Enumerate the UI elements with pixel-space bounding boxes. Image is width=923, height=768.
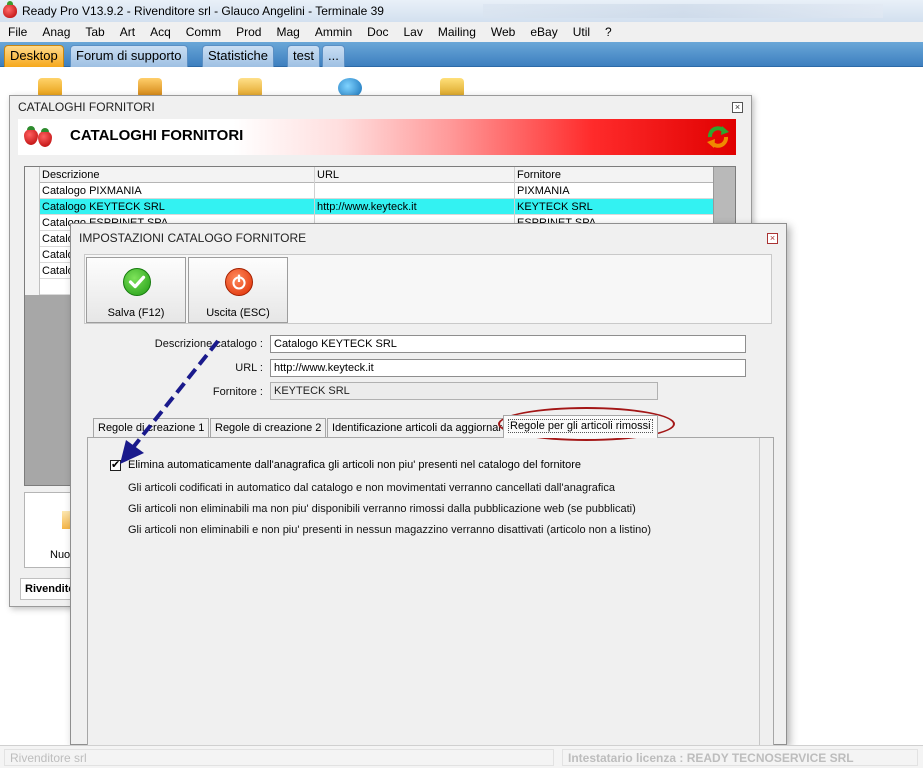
menu-util[interactable]: Util (573, 25, 590, 39)
status-bar: Rivenditore srl Intestatario licenza : R… (0, 745, 923, 768)
column-header-url[interactable]: URL (315, 167, 515, 183)
window-title: Ready Pro V13.9.2 - Rivenditore srl - Gl… (22, 4, 384, 18)
grid-header: Descrizione URL Fornitore (25, 167, 715, 183)
cell-fornitore: PIXMANIA (515, 183, 715, 199)
row-indicator (25, 231, 40, 247)
title-bar: Ready Pro V13.9.2 - Rivenditore srl - Gl… (0, 0, 923, 22)
status-licenza: Intestatario licenza : READY TECNOSERVIC… (562, 749, 918, 766)
tab-panel-regole-rimossi: ✔ Elimina automaticamente dall'anagrafic… (87, 437, 774, 746)
save-button[interactable]: Salva (F12) (86, 257, 186, 323)
top-tab-bar: Desktop Forum di supporto Statistiche te… (0, 42, 923, 67)
cell-fornitore: KEYTECK SRL (515, 199, 715, 215)
row-indicator (25, 215, 40, 231)
tab-more[interactable]: ... (322, 45, 345, 67)
menu-ammin[interactable]: Ammin (315, 25, 352, 39)
status-rivenditore: Rivenditore srl (4, 749, 554, 766)
cataloghi-close-button[interactable]: × (732, 102, 743, 113)
row-indicator (25, 167, 40, 183)
url-input[interactable] (270, 359, 746, 377)
menu-tab[interactable]: Tab (85, 25, 104, 39)
column-header-descrizione[interactable]: Descrizione (40, 167, 315, 183)
tab-forum-di-supporto[interactable]: Forum di supporto (70, 45, 188, 67)
menu-help[interactable]: ? (605, 25, 612, 39)
menu-lav[interactable]: Lav (404, 25, 423, 39)
menu-acq[interactable]: Acq (150, 25, 171, 39)
panel-right-border (759, 438, 773, 746)
fornitore-label: Fornitore : (212, 386, 263, 398)
descrizione-input[interactable] (270, 335, 746, 353)
menu-art[interactable]: Art (120, 25, 135, 39)
descrizione-label: Descrizione catalogo : (154, 338, 263, 350)
banner-title: CATALOGHI FORNITORI (70, 127, 244, 144)
dialog-close-button[interactable]: × (767, 233, 778, 244)
dialog-toolbar: Salva (F12) Uscita (ESC) (84, 254, 772, 324)
tab-identificazione-articoli[interactable]: Identificazione articoli da aggiornare (327, 418, 514, 438)
url-label: URL : (235, 362, 263, 374)
cell-descrizione: Catalogo PIXMANIA (40, 183, 315, 199)
menu-mag[interactable]: Mag (276, 25, 299, 39)
exit-button[interactable]: Uscita (ESC) (188, 257, 288, 323)
elimina-automaticamente-checkbox[interactable]: ✔ (110, 460, 121, 471)
dialog-title: IMPOSTAZIONI CATALOGO FORNITORE (79, 231, 307, 245)
row-indicator (25, 247, 40, 263)
tab-test[interactable]: test (287, 45, 320, 67)
menu-bar: File Anag Tab Art Acq Comm Prod Mag Ammi… (0, 22, 923, 42)
tab-regole-articoli-rimossi[interactable]: Regole per gli articoli rimossi (503, 415, 658, 438)
info-line-1: Gli articoli codificati in automatico da… (128, 482, 615, 494)
fornitore-field: KEYTECK SRL (270, 382, 658, 400)
table-row[interactable]: Catalogo PIXMANIA PIXMANIA (25, 183, 715, 199)
menu-comm[interactable]: Comm (186, 25, 221, 39)
tab-regole-creazione-1[interactable]: Regole di creazione 1 (93, 418, 210, 438)
menu-anag[interactable]: Anag (42, 25, 70, 39)
row-indicator (25, 263, 40, 279)
refresh-arrows-icon[interactable] (704, 123, 732, 151)
info-line-3: Gli articoli non eliminabili e non piu' … (128, 524, 652, 536)
elimina-checkbox-label[interactable]: Elimina automaticamente dall'anagrafica … (128, 459, 581, 471)
tab-regole-articoli-rimossi-label: Regole per gli articoli rimossi (508, 419, 653, 433)
tab-statistiche[interactable]: Statistiche (202, 45, 274, 67)
menu-doc[interactable]: Doc (367, 25, 388, 39)
row-indicator (25, 199, 40, 215)
menu-mailing[interactable]: Mailing (438, 25, 476, 39)
row-indicator (25, 279, 40, 295)
cell-descrizione: Catalogo KEYTECK SRL (40, 199, 315, 215)
exit-button-label: Uscita (ESC) (206, 307, 270, 319)
cell-url: http://www.keyteck.it (315, 199, 515, 215)
column-header-fornitore[interactable]: Fornitore (515, 167, 715, 183)
cataloghi-window-title: CATALOGHI FORNITORI (18, 100, 155, 114)
menu-web[interactable]: Web (491, 25, 515, 39)
strawberry-icon (24, 126, 38, 145)
impostazioni-catalogo-dialog: IMPOSTAZIONI CATALOGO FORNITORE × Salva … (70, 223, 787, 746)
table-row-selected[interactable]: Catalogo KEYTECK SRL http://www.keyteck.… (25, 199, 715, 215)
new-button-label: Nuo (50, 549, 71, 561)
info-line-2: Gli articoli non eliminabili ma non piu'… (128, 503, 636, 515)
cataloghi-banner: CATALOGHI FORNITORI (18, 119, 736, 155)
title-bar-ghost-tabs (483, 4, 883, 18)
row-indicator (25, 183, 40, 199)
tab-desktop[interactable]: Desktop (4, 45, 64, 67)
save-button-label: Salva (F12) (107, 307, 165, 319)
menu-ebay[interactable]: eBay (530, 25, 557, 39)
new-catalog-panel[interactable]: Nuo (24, 492, 74, 568)
strawberry-icon (38, 128, 52, 147)
cell-url (315, 183, 515, 199)
tab-regole-creazione-2[interactable]: Regole di creazione 2 (210, 418, 327, 438)
power-off-icon (225, 268, 253, 296)
rivenditore-tab[interactable]: Rivendito (20, 578, 76, 600)
green-check-icon (123, 268, 151, 296)
strawberry-app-icon (3, 1, 17, 18)
menu-prod[interactable]: Prod (236, 25, 261, 39)
menu-file[interactable]: File (8, 25, 27, 39)
